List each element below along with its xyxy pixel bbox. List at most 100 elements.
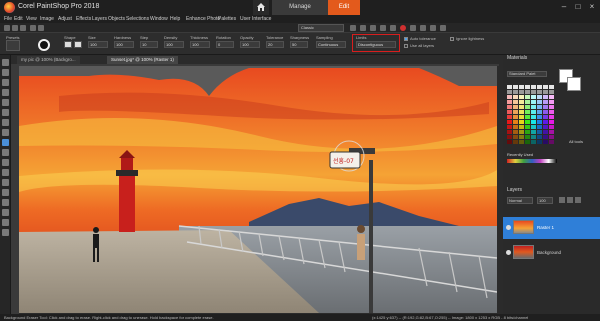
dropper-tool-icon[interactable] (2, 99, 9, 106)
sampling-dropdown[interactable]: Continuous (316, 41, 346, 48)
color-swatch[interactable] (537, 110, 542, 114)
color-swatch[interactable] (549, 85, 554, 89)
color-swatch[interactable] (549, 110, 554, 114)
color-swatch[interactable] (507, 90, 512, 94)
tab-edit[interactable]: Edit (328, 0, 360, 15)
picture-tube-tool-icon[interactable] (2, 229, 9, 236)
size-field[interactable]: 100 (88, 41, 108, 48)
color-swatch-grid[interactable] (507, 85, 557, 145)
toolbar-icon-i[interactable] (440, 25, 446, 31)
color-swatch[interactable] (531, 135, 536, 139)
color-swatch[interactable] (507, 110, 512, 114)
color-swatch[interactable] (519, 105, 524, 109)
menu-user-interface[interactable]: User Interface (240, 16, 271, 22)
menu-selections[interactable]: Selections (126, 16, 149, 22)
color-swatch[interactable] (543, 115, 548, 119)
shape-tool-icon[interactable] (2, 199, 9, 206)
color-swatch[interactable] (513, 120, 518, 124)
shape-round-button[interactable] (64, 41, 72, 48)
color-swatch[interactable] (549, 130, 554, 134)
color-swatch[interactable] (543, 105, 548, 109)
color-swatch[interactable] (537, 100, 542, 104)
color-swatch[interactable] (525, 105, 530, 109)
pen-tool-icon[interactable] (2, 209, 9, 216)
menu-view[interactable]: View (26, 16, 37, 22)
density-field[interactable]: 100 (164, 41, 184, 48)
layer-row-raster1[interactable]: Raster 1 (503, 217, 600, 239)
color-swatch[interactable] (525, 130, 530, 134)
red-eye-tool-icon[interactable] (2, 129, 9, 136)
clone-tool-icon[interactable] (2, 159, 9, 166)
color-swatch[interactable] (519, 125, 524, 129)
color-swatch[interactable] (537, 105, 542, 109)
layer-row-background[interactable]: Background (503, 242, 600, 264)
color-swatch[interactable] (519, 130, 524, 134)
color-swatch[interactable] (543, 140, 548, 144)
home-button[interactable] (253, 0, 269, 15)
color-swatch[interactable] (513, 130, 518, 134)
color-swatch[interactable] (519, 110, 524, 114)
color-swatch[interactable] (507, 105, 512, 109)
menu-palettes[interactable]: Palettes (218, 16, 236, 22)
color-swatch[interactable] (519, 85, 524, 89)
color-swatch[interactable] (543, 130, 548, 134)
toolbar-icon-a[interactable] (350, 25, 356, 31)
color-swatch[interactable] (507, 125, 512, 129)
color-swatch[interactable] (525, 110, 530, 114)
color-swatch[interactable] (543, 85, 548, 89)
toolbar-icon-e[interactable] (390, 25, 396, 31)
color-swatch[interactable] (543, 125, 548, 129)
color-swatch[interactable] (519, 120, 524, 124)
use-all-layers-checkbox[interactable] (404, 44, 408, 48)
color-swatch[interactable] (543, 90, 548, 94)
record-icon[interactable] (400, 25, 406, 31)
color-swatch[interactable] (519, 115, 524, 119)
straighten-tool-icon[interactable] (2, 119, 9, 126)
color-swatch[interactable] (513, 110, 518, 114)
menu-adjust[interactable]: Adjust (58, 16, 72, 22)
color-swatch[interactable] (549, 135, 554, 139)
color-swatch[interactable] (537, 125, 542, 129)
workspace-combo[interactable]: Classic (298, 24, 344, 32)
opacity-field[interactable]: 100 (240, 41, 260, 48)
color-swatch[interactable] (531, 140, 536, 144)
layer-mask-icon[interactable] (567, 197, 573, 203)
color-swatch[interactable] (525, 95, 530, 99)
doc-tab-2[interactable]: Sunset.jpg* @ 100% (Raster 1) (107, 56, 178, 64)
color-swatch[interactable] (513, 140, 518, 144)
color-swatch[interactable] (507, 115, 512, 119)
fill-tool-icon[interactable] (2, 179, 9, 186)
blend-mode-dropdown[interactable]: Normal (507, 197, 533, 204)
color-swatch[interactable] (549, 140, 554, 144)
menu-objects[interactable]: Objects (108, 16, 125, 22)
color-swatch[interactable] (525, 135, 530, 139)
background-eraser-tool-icon[interactable] (2, 139, 9, 146)
pick-tool-icon[interactable] (2, 59, 9, 66)
color-swatch[interactable] (507, 85, 512, 89)
auto-tolerance-checkbox[interactable] (404, 37, 408, 41)
color-swatch[interactable] (543, 95, 548, 99)
color-swatch[interactable] (537, 140, 542, 144)
color-swatch[interactable] (543, 110, 548, 114)
sharpness-field[interactable]: 50 (290, 41, 308, 48)
paint-brush-tool-icon[interactable] (2, 149, 9, 156)
image-canvas[interactable]: 선흥-07 (19, 66, 497, 313)
color-swatch[interactable] (525, 120, 530, 124)
color-swatch[interactable] (513, 85, 518, 89)
redo-icon[interactable] (38, 25, 44, 31)
maximize-icon[interactable]: □ (572, 1, 584, 13)
color-swatch[interactable] (537, 130, 542, 134)
new-file-icon[interactable] (4, 25, 10, 31)
color-swatch[interactable] (519, 100, 524, 104)
menu-layers[interactable]: Layers (92, 16, 107, 22)
layer-opacity-field[interactable]: 100 (537, 197, 553, 204)
color-swatch[interactable] (513, 100, 518, 104)
minimize-icon[interactable]: – (558, 1, 570, 13)
color-swatch[interactable] (513, 115, 518, 119)
ignore-lightness-checkbox[interactable] (450, 37, 454, 41)
rotation-field[interactable]: 0 (216, 41, 234, 48)
color-swatch[interactable] (531, 85, 536, 89)
toolbar-icon-g[interactable] (420, 25, 426, 31)
color-swatch[interactable] (525, 140, 530, 144)
color-swatch[interactable] (531, 105, 536, 109)
